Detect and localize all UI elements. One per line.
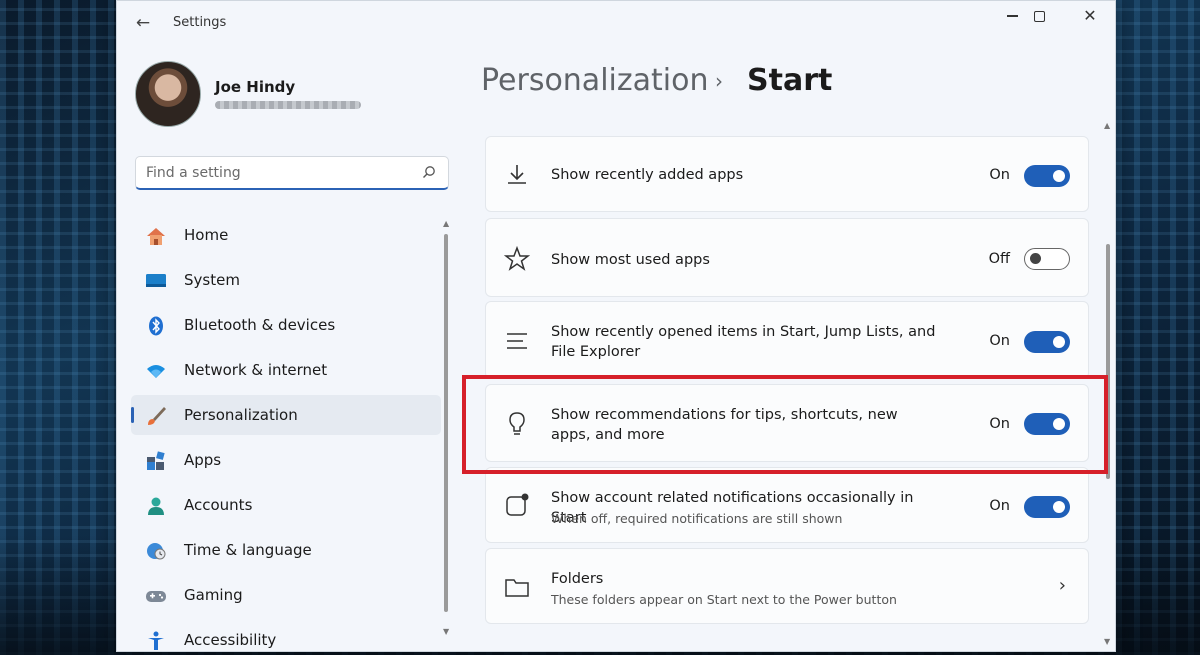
sidebar-item-label: Home	[184, 226, 229, 244]
maximize-button[interactable]	[1016, 3, 1062, 29]
toggle-state-label: On	[989, 167, 1010, 183]
sidebar-item-apps[interactable]: Apps	[131, 440, 441, 480]
setting-subtitle: These folders appear on Start next to th…	[551, 592, 897, 607]
lightbulb-icon	[509, 412, 525, 435]
content-scroll-down-arrow[interactable]: ▼	[1104, 637, 1110, 646]
recently-added-apps-toggle[interactable]	[1024, 165, 1070, 187]
sidebar-nav: Home System Bluetooth & devices Network …	[131, 215, 441, 651]
setting-card-account-notifications: Show account related notifications occas…	[485, 467, 1089, 543]
recommendations-toggle[interactable]	[1024, 413, 1070, 435]
sidebar-item-home[interactable]: Home	[131, 215, 441, 255]
list-icon	[507, 333, 527, 349]
toggle-state-label: On	[989, 333, 1010, 349]
setting-card-folders[interactable]: Folders These folders appear on Start ne…	[485, 548, 1089, 624]
user-email-redacted	[215, 101, 361, 109]
setting-card-recently-opened: Show recently opened items in Start, Jum…	[485, 301, 1089, 379]
most-used-apps-toggle[interactable]	[1024, 248, 1070, 270]
setting-card-recommendations: Show recommendations for tips, shortcuts…	[485, 384, 1089, 462]
download-icon	[508, 165, 526, 184]
back-button[interactable]: ←	[129, 11, 157, 35]
toggle-state-label: On	[989, 498, 1010, 514]
setting-title: Show recently added apps	[551, 167, 744, 183]
sidebar-item-label: Accounts	[184, 496, 253, 514]
sidebar-item-label: Time & language	[184, 541, 312, 559]
scroll-down-arrow[interactable]: ▼	[443, 627, 449, 636]
sidebar-item-label: Personalization	[184, 406, 298, 424]
system-icon	[146, 274, 166, 287]
content-scroll-up-arrow[interactable]: ▲	[1104, 121, 1110, 130]
page-title: Start	[747, 63, 833, 98]
sidebar-item-label: Accessibility	[184, 631, 277, 649]
setting-subtitle: When off, required notifications are sti…	[551, 511, 843, 526]
sidebar-item-label: Bluetooth & devices	[184, 316, 336, 334]
accessibility-icon	[148, 631, 164, 650]
home-icon	[147, 228, 165, 245]
sidebar-item-time-language[interactable]: Time & language	[131, 530, 441, 570]
user-name: Joe Hindy	[215, 78, 296, 96]
sidebar-item-system[interactable]: System	[131, 260, 441, 300]
sidebar-item-personalization[interactable]: Personalization	[131, 395, 441, 435]
sidebar-item-label: Gaming	[184, 586, 243, 604]
notification-icon	[506, 493, 529, 516]
wifi-icon	[147, 365, 165, 378]
maximize-icon	[1033, 10, 1045, 22]
sidebar-item-network[interactable]: Network & internet	[131, 350, 441, 390]
setting-card-recently-added: Show recently added apps On	[485, 136, 1089, 212]
arrow-left-icon: ←	[135, 13, 151, 33]
settings-window: ← Settings ✕ Joe Hindy Home	[116, 0, 1116, 652]
sidebar-item-label: Network & internet	[184, 361, 328, 379]
app-title: Settings	[173, 15, 227, 30]
search-input[interactable]	[146, 162, 406, 184]
sidebar-item-bluetooth[interactable]: Bluetooth & devices	[131, 305, 441, 345]
toggle-state-label: On	[989, 416, 1010, 432]
scroll-up-arrow[interactable]: ▲	[443, 219, 449, 228]
setting-title: Show most used apps	[551, 252, 710, 268]
close-icon: ✕	[1083, 6, 1097, 25]
sidebar-item-label: System	[184, 271, 240, 289]
bluetooth-icon	[149, 316, 163, 336]
title-bar: ← Settings ✕	[117, 1, 1115, 45]
recently-opened-items-toggle[interactable]	[1024, 331, 1070, 353]
setting-title: Folders	[551, 571, 604, 587]
toggle-state-label: Off	[988, 251, 1010, 267]
chevron-right-icon: ›	[1058, 575, 1066, 596]
person-icon	[148, 497, 164, 515]
globe-clock-icon	[147, 543, 166, 560]
apps-icon	[147, 451, 165, 470]
search-icon	[423, 166, 435, 178]
folder-icon	[505, 579, 529, 597]
search-box[interactable]	[135, 156, 449, 190]
brush-icon	[148, 407, 166, 425]
close-button[interactable]: ✕	[1067, 3, 1113, 29]
setting-title: Show recently opened items in Start, Jum…	[551, 324, 936, 360]
sidebar-item-gaming[interactable]: Gaming	[131, 575, 441, 615]
sidebar-item-accessibility[interactable]: Accessibility	[131, 620, 441, 651]
sidebar-item-label: Apps	[184, 451, 222, 469]
breadcrumb-parent[interactable]: Personalization	[481, 63, 708, 98]
breadcrumb-separator: ›	[715, 69, 723, 93]
account-notifications-toggle[interactable]	[1024, 496, 1070, 518]
avatar[interactable]	[135, 61, 201, 127]
setting-title: Show recommendations for tips, shortcuts…	[551, 407, 898, 443]
sidebar-item-accounts[interactable]: Accounts	[131, 485, 441, 525]
sidebar-scrollbar-thumb[interactable]	[444, 234, 448, 612]
content-scrollbar-thumb[interactable]	[1106, 244, 1110, 479]
star-icon	[504, 246, 530, 271]
setting-card-most-used: Show most used apps Off	[485, 218, 1089, 297]
gamepad-icon	[146, 591, 166, 602]
